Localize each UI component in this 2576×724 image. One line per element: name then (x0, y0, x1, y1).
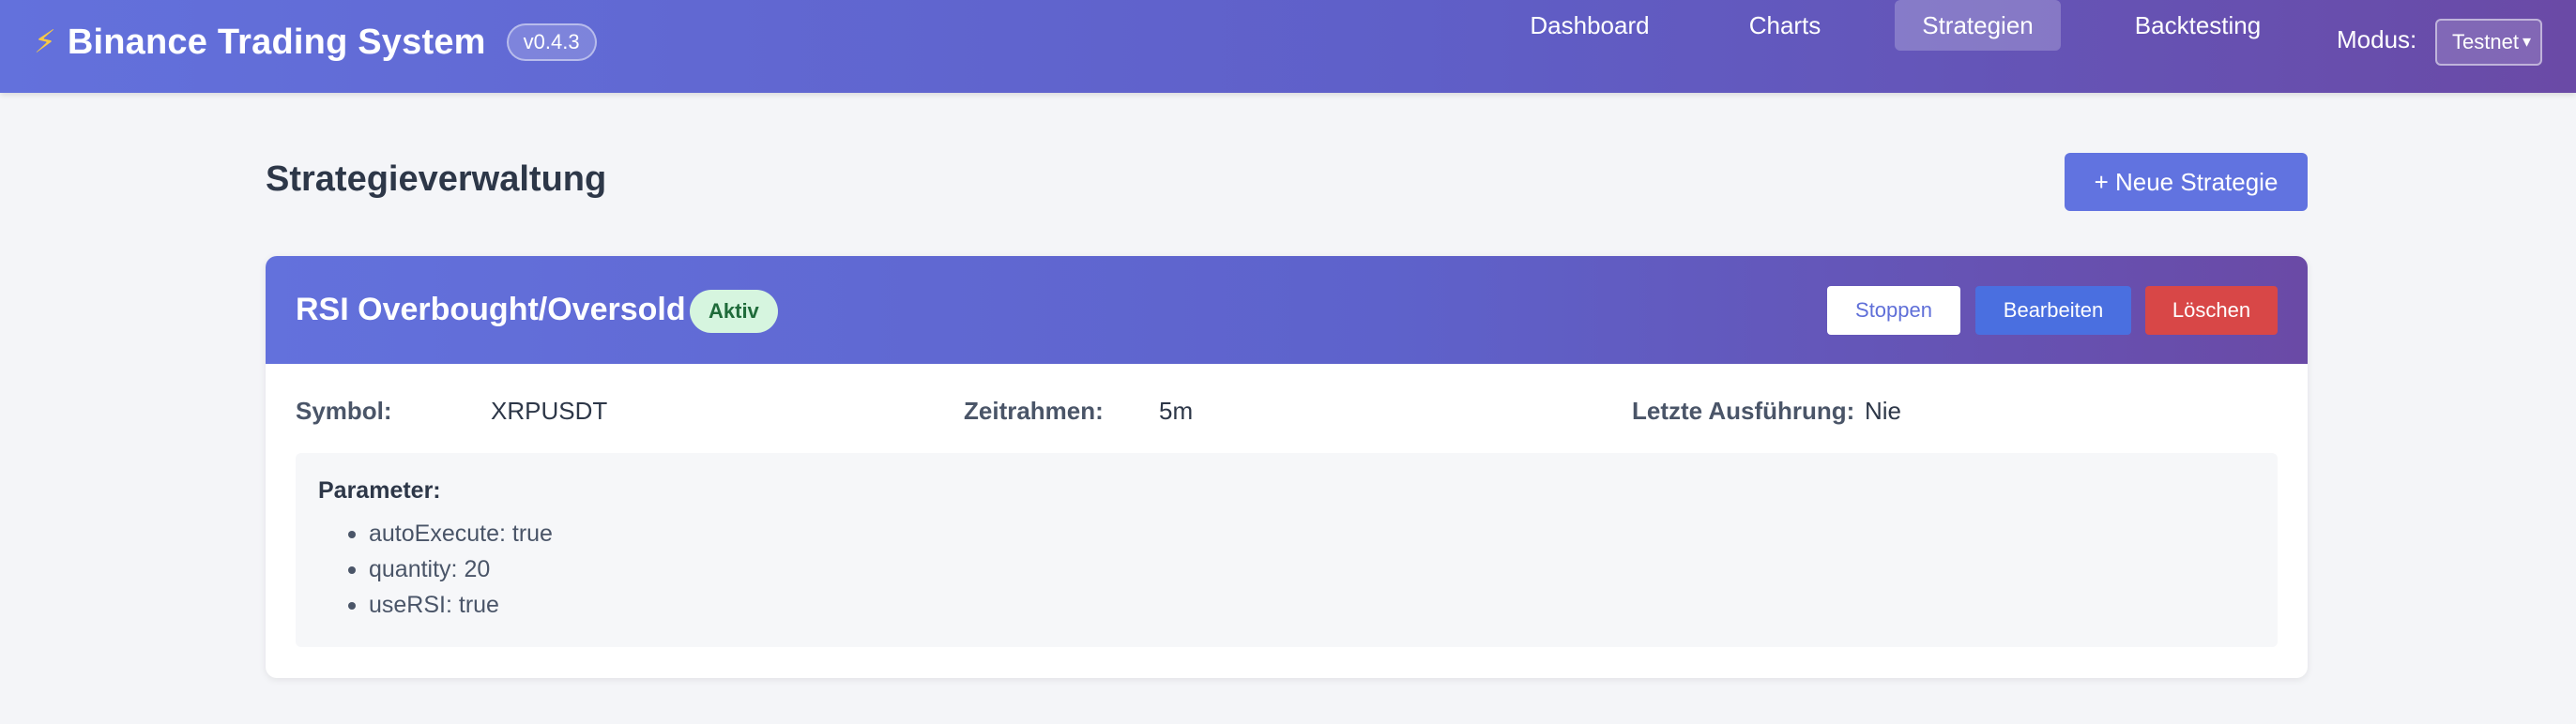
new-strategy-button[interactable]: + Neue Strategie (2065, 153, 2308, 211)
nav-backtesting[interactable]: Backtesting (2108, 0, 2288, 51)
timeframe-label: Zeitrahmen: (964, 397, 1104, 425)
param-text: quantity: 20 (369, 556, 491, 582)
last-run-label: Letzte Ausführung: (1632, 397, 1855, 425)
lightning-icon: ⚡ (34, 24, 56, 60)
edit-button[interactable]: Bearbeiten (1975, 286, 2131, 335)
param-text: autoExecute: true (369, 520, 553, 547)
symbol-label: Symbol: (296, 397, 392, 425)
param-item: quantity: 20 (348, 556, 490, 583)
version-badge: v0.4.3 (506, 23, 597, 61)
nav-strategien[interactable]: Strategien (1895, 0, 2061, 51)
page-title: Strategieverwaltung (266, 159, 607, 199)
mode-select-value: Testnet (2452, 30, 2519, 53)
strategy-card: RSI Overbought/Oversold Aktiv Stoppen Be… (266, 256, 2308, 678)
nav-charts[interactable]: Charts (1719, 0, 1851, 51)
last-run-value: Nie (1865, 397, 1902, 425)
nav-dashboard[interactable]: Dashboard (1504, 0, 1675, 51)
chevron-down-icon: ▾ (2522, 32, 2531, 51)
parameters-panel: Parameter: autoExecute: true quantity: 2… (296, 453, 2278, 647)
strategy-card-header: RSI Overbought/Oversold Aktiv Stoppen Be… (266, 256, 2308, 364)
param-text: useRSI: true (369, 592, 499, 618)
parameters-title: Parameter: (318, 477, 441, 504)
mode-label: Modus: (2337, 25, 2417, 53)
symbol-value: XRPUSDT (491, 397, 608, 425)
timeframe-value: 5m (1159, 397, 1194, 425)
app-title: Binance Trading System (67, 22, 486, 62)
stop-button[interactable]: Stoppen (1827, 286, 1960, 335)
strategy-name: RSI Overbought/Oversold (296, 292, 686, 327)
bullet-icon (348, 530, 356, 538)
delete-button[interactable]: Löschen (2145, 286, 2278, 335)
status-badge: Aktiv (690, 290, 778, 333)
param-item: autoExecute: true (348, 520, 553, 548)
top-navbar: ⚡ Binance Trading System v0.4.3 Dashboar… (0, 0, 2576, 93)
mode-select[interactable]: Testnet ▾ (2435, 19, 2542, 66)
bullet-icon (348, 566, 356, 574)
bullet-icon (348, 601, 356, 610)
param-item: useRSI: true (348, 592, 499, 619)
brand[interactable]: ⚡ Binance Trading System v0.4.3 (34, 0, 597, 84)
